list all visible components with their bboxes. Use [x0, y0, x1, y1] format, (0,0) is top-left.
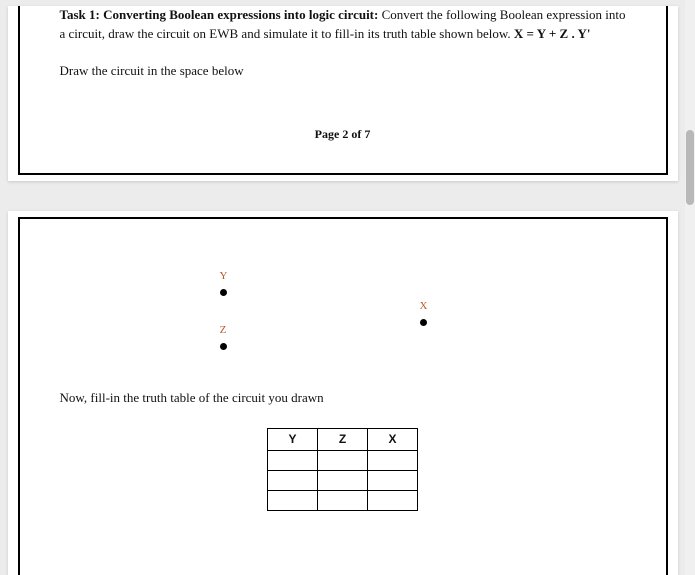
col-z: Z [318, 428, 368, 450]
page-2: Task 1: Converting Boolean expressions i… [8, 6, 678, 181]
vertical-scrollbar[interactable] [685, 0, 695, 575]
circuit-terminals-area: Y Z X [60, 269, 626, 379]
terminal-z-label: Z [220, 324, 227, 336]
scrollbar-thumb[interactable] [686, 130, 694, 205]
dot-icon [220, 343, 227, 350]
table-header-row: Y Z X [268, 428, 418, 450]
task-equation: X = Y + Z . Y' [514, 26, 591, 41]
page-number: Page 2 of 7 [60, 126, 626, 143]
task-title: Task 1: Converting Boolean expressions i… [60, 7, 379, 22]
table-row [268, 470, 418, 490]
fill-instruction: Now, fill-in the truth table of the circ… [60, 389, 626, 408]
dot-icon [220, 289, 227, 296]
col-y: Y [268, 428, 318, 450]
terminal-y-label: Y [220, 270, 228, 282]
terminal-z: Z [220, 323, 227, 350]
document-viewport[interactable]: Task 1: Converting Boolean expressions i… [0, 0, 685, 575]
table-row [268, 490, 418, 510]
page-2-content: Task 1: Converting Boolean expressions i… [18, 6, 668, 175]
page-3: Y Z X Now, fill-in the truth table of th… [8, 211, 678, 575]
truth-table: Y Z X [267, 428, 418, 511]
table-row [268, 450, 418, 470]
task-paragraph: Task 1: Converting Boolean expressions i… [60, 6, 626, 44]
dot-icon [420, 319, 427, 326]
terminal-x-label: X [420, 300, 428, 312]
page-3-content: Y Z X Now, fill-in the truth table of th… [18, 217, 668, 575]
draw-instruction: Draw the circuit in the space below [60, 62, 626, 81]
terminal-y: Y [220, 269, 228, 296]
col-x: X [368, 428, 418, 450]
terminal-x: X [420, 299, 428, 326]
